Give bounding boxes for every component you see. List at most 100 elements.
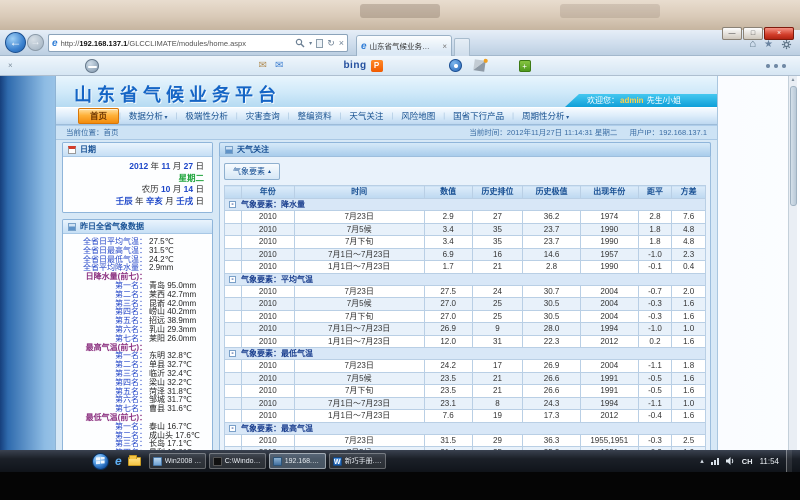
table-cell: 23.7 — [523, 236, 581, 249]
group-header-row[interactable]: -气象要素：最高气温 — [225, 422, 706, 434]
taskbar-button-1[interactable]: C:\Windows\s... — [209, 453, 266, 469]
table-row: 20107月5候3.43523.719901.84.8 — [225, 223, 706, 236]
taskbar-button-0[interactable]: Win2008 (VS2... — [149, 453, 206, 469]
table-row: 20101月1日～7月23日12.03122.320120.21.6 — [225, 335, 706, 348]
table-cell: 2010 — [241, 335, 294, 348]
table-row: 20107月下旬3.43523.719901.84.8 — [225, 236, 706, 249]
table-cell: 21 — [472, 372, 523, 385]
element-filter-button[interactable]: 气象要素 ▴ — [224, 163, 280, 180]
search-dropdown-icon[interactable]: ▾ — [309, 40, 312, 47]
new-tab-button[interactable] — [454, 38, 470, 56]
explorer-folder-icon[interactable] — [128, 457, 141, 466]
browser-tab[interactable]: e 山东省气候业务平... × — [356, 35, 452, 56]
page-container: 山东省气候业务平台 欢迎您：admin 先生/小姐 首页|数据分析 ▾|极端性分… — [55, 76, 718, 450]
table-cell: -0.5 — [638, 372, 672, 385]
table-cell: -0.5 — [638, 385, 672, 398]
nav-item-5[interactable]: 天气关注 — [341, 109, 391, 123]
language-indicator[interactable]: CH — [742, 457, 753, 466]
table-cell: 27.5 — [424, 285, 472, 298]
ie-taskbar-icon[interactable]: e — [115, 454, 122, 468]
close-button[interactable]: × — [764, 27, 794, 40]
table-cell: 1.6 — [672, 372, 706, 385]
toolbar-overflow-icon[interactable] — [766, 64, 786, 68]
table-row: 20107月下旬23.52126.61991-0.51.6 — [225, 385, 706, 398]
bing-text: bing — [343, 60, 366, 71]
favorites-star-icon[interactable]: ★ — [764, 39, 773, 50]
tray-expand-icon[interactable]: ▴ — [700, 457, 704, 465]
collapse-toggle-icon[interactable]: - — [229, 350, 236, 357]
volume-icon[interactable] — [726, 457, 735, 465]
table-cell: 2010 — [241, 261, 294, 274]
forward-button[interactable]: → — [27, 34, 44, 51]
toolbar-logo-icon[interactable] — [85, 59, 99, 73]
group-header-row[interactable]: -气象要素：降水量 — [225, 199, 706, 211]
camera-icon[interactable] — [449, 59, 462, 72]
group-header-row[interactable]: -气象要素：平均气温 — [225, 273, 706, 285]
nav-item-3[interactable]: 灾害查询 — [238, 109, 288, 123]
table-cell: 2010 — [241, 360, 294, 373]
table-cell: 27.0 — [424, 310, 472, 323]
table-cell: 2.3 — [672, 248, 706, 261]
nav-item-0[interactable]: 首页 — [78, 108, 119, 124]
group-header-row[interactable]: -气象要素：最低气温 — [225, 348, 706, 360]
signal-icon[interactable] — [473, 59, 485, 71]
tab-close-icon[interactable]: × — [442, 42, 447, 51]
taskbar-button-2[interactable]: 192.168.59.99... — [269, 453, 326, 469]
table-cell: 1.0 — [672, 323, 706, 336]
scroll-up-icon[interactable]: ▲ — [791, 76, 796, 84]
table-cell: 2012 — [580, 410, 638, 423]
table-cell: 1.8 — [672, 360, 706, 373]
stop-icon[interactable]: × — [339, 38, 344, 48]
minimize-button[interactable]: — — [722, 27, 742, 40]
plugin-icon[interactable]: + — [519, 60, 531, 72]
table-cell: 1994 — [580, 397, 638, 410]
user-ip: 用户IP：192.168.137.1 — [629, 127, 707, 138]
chevron-down-icon: ▾ — [163, 115, 168, 121]
gear-icon[interactable] — [781, 39, 792, 50]
table-cell: 30.5 — [523, 298, 581, 311]
network-icon[interactable] — [711, 458, 719, 465]
compatibility-view-icon[interactable] — [316, 39, 323, 48]
table-cell: -1.0 — [638, 248, 672, 261]
table-cell: 27.0 — [424, 298, 472, 311]
toolbar-close-icon[interactable]: × — [8, 61, 13, 70]
nav-item-8[interactable]: 周期性分析 ▾ — [514, 109, 577, 123]
show-desktop-button[interactable] — [786, 450, 792, 472]
table-cell: -1.1 — [638, 360, 672, 373]
address-bar[interactable]: e http://192.168.137.1/GLCCLIMATE/module… — [48, 34, 348, 52]
table-row: 20107月5候27.02530.52004-0.31.6 — [225, 298, 706, 311]
collapse-toggle-icon[interactable]: - — [229, 425, 236, 432]
collapse-toggle-icon[interactable]: - — [229, 276, 236, 283]
table-cell: 21 — [472, 385, 523, 398]
nav-item-1[interactable]: 数据分析 ▾ — [121, 109, 176, 123]
nav-item-4[interactable]: 整编资料 — [290, 109, 340, 123]
address-bar-icons: ▾ ↻ × — [295, 38, 344, 49]
table-cell: 28.0 — [523, 323, 581, 336]
taskbar-clock[interactable]: 11:54 — [760, 457, 779, 466]
mail-icon[interactable]: ✉ — [259, 60, 267, 71]
collapse-toggle-icon[interactable]: - — [229, 201, 236, 208]
column-header: 历史排位 — [472, 186, 523, 199]
search-icon[interactable] — [295, 38, 305, 48]
taskbar-button-label: 新巧手册.docx... — [345, 456, 382, 466]
bing-logo[interactable]: bing P — [343, 60, 382, 72]
table-cell: 29 — [472, 434, 523, 447]
table-cell: 2010 — [241, 285, 294, 298]
taskbar-button-label: C:\Windows\s... — [225, 458, 262, 465]
nav-item-2[interactable]: 极端性分析 — [177, 109, 236, 123]
taskbar-button-3[interactable]: W新巧手册.docx... — [329, 453, 386, 469]
table-cell: 4.8 — [672, 223, 706, 236]
username: admin — [619, 96, 645, 105]
nav-item-7[interactable]: 国省下行产品 — [445, 109, 512, 123]
table-cell: 22.3 — [523, 335, 581, 348]
mail-icon[interactable]: ✉ — [275, 60, 283, 71]
page-scrollbar[interactable]: ▲ — [788, 76, 797, 450]
refresh-icon[interactable]: ↻ — [327, 38, 335, 49]
scrollbar-thumb[interactable] — [790, 86, 797, 206]
back-button[interactable]: ← — [5, 32, 26, 53]
p-badge-icon[interactable]: P — [371, 60, 383, 72]
start-button[interactable] — [92, 453, 109, 470]
maximize-button[interactable]: □ — [743, 27, 763, 40]
table-cell: 12.0 — [424, 335, 472, 348]
nav-item-6[interactable]: 风险地图 — [393, 109, 443, 123]
